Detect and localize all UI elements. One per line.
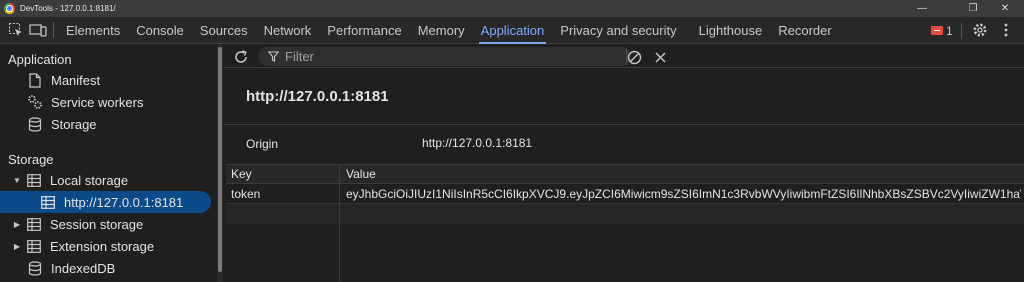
issue-badge-icon [931, 26, 943, 35]
table-icon [26, 172, 42, 188]
table-icon [40, 194, 56, 210]
table-icon [26, 216, 42, 232]
window-title: DevTools - 127.0.0.1:8181/ [20, 4, 116, 13]
sidebar-item-label: Storage [51, 116, 97, 132]
filter-input[interactable] [285, 49, 605, 64]
tab-performance[interactable]: Performance [319, 17, 409, 44]
origin-value: http://127.0.0.1:8181 [422, 136, 533, 150]
sidebar-item-label: http://127.0.0.1:8181 [64, 194, 184, 210]
more-options-icon[interactable] [995, 19, 1017, 41]
tab-application[interactable]: Application [473, 17, 553, 44]
column-header-value[interactable]: Value [346, 167, 376, 181]
tab-privacy-and-security[interactable]: Privacy and security [552, 17, 684, 44]
sidebar-item-label: Manifest [51, 72, 101, 88]
issues-counter[interactable]: 1 [931, 17, 953, 44]
devtools-app-icon [4, 3, 15, 14]
sidebar-item-local-storage[interactable]: ▼ Local storage [12, 169, 128, 191]
filter-field[interactable] [258, 47, 632, 66]
close-window-icon[interactable]: ✕ [990, 0, 1020, 17]
collapsed-triangle-icon[interactable]: ▶ [12, 220, 22, 229]
sidebar-item-storage[interactable]: Storage [27, 113, 97, 135]
expanded-triangle-icon[interactable]: ▼ [12, 176, 22, 185]
toolbar-separator [53, 22, 54, 38]
delete-selected-icon[interactable] [649, 46, 671, 68]
sidebar-item-label: Local storage [50, 172, 129, 188]
sidebar-section-storage: Storage [8, 152, 54, 167]
sidebar-item-manifest[interactable]: Manifest [27, 69, 100, 91]
table-row[interactable]: token eyJhbGciOiJIUzI1NiIsInR5cCI6IkpXVC… [226, 184, 1024, 204]
sidebar-item-indexeddb[interactable]: IndexedDB [27, 257, 115, 279]
database-icon [27, 116, 43, 132]
sidebar-item-origin-local-storage[interactable]: http://127.0.0.1:8181 [0, 191, 211, 213]
sidebar-section-application: Application [8, 52, 72, 67]
table-icon [26, 238, 42, 254]
sidebar-item-session-storage[interactable]: ▶ Session storage [12, 213, 143, 235]
tab-network[interactable]: Network [256, 17, 320, 44]
storage-toolbar [223, 45, 1024, 68]
issues-count: 1 [946, 23, 953, 38]
sidebar-item-label: Extension storage [50, 238, 155, 254]
empty-row [226, 204, 1024, 224]
tab-recorder[interactable]: Recorder [770, 17, 839, 44]
tab-console[interactable]: Console [128, 17, 192, 44]
column-separator [339, 164, 340, 282]
local-storage-pane: http://127.0.0.1:8181 Origin http://127.… [223, 45, 1024, 282]
minimize-icon[interactable]: — [907, 0, 937, 17]
origin-heading: http://127.0.0.1:8181 [246, 88, 389, 105]
sidebar-item-label: Session storage [50, 216, 144, 232]
device-toolbar-icon[interactable] [27, 19, 49, 41]
row-value[interactable]: eyJhbGciOiJIUzI1NiIsInR5cCI6IkpXVCJ9.eyJ… [346, 187, 1021, 201]
origin-label: Origin [246, 137, 279, 151]
application-sidebar: Application Manifest Service workers Sto… [0, 45, 216, 282]
grid-header: Key Value [226, 164, 1024, 184]
filter-funnel-icon [268, 51, 279, 62]
document-icon [27, 72, 43, 88]
sidebar-item-label: Service workers [51, 94, 144, 110]
clear-all-icon[interactable] [623, 46, 645, 68]
gears-icon [27, 94, 43, 110]
scrollbar-thumb[interactable] [218, 47, 222, 272]
tab-sources[interactable]: Sources [192, 17, 256, 44]
column-header-key[interactable]: Key [231, 167, 252, 181]
panel-tab-bar: Elements Console Sources Network Perform… [0, 17, 1024, 44]
tab-memory[interactable]: Memory [410, 17, 473, 44]
toolbar-separator [961, 23, 962, 39]
refresh-icon[interactable] [230, 46, 252, 68]
sidebar-item-service-workers[interactable]: Service workers [27, 91, 143, 113]
restore-icon[interactable]: ❐ [958, 0, 988, 17]
sidebar-item-label: IndexedDB [51, 260, 116, 276]
tab-lighthouse[interactable]: Lighthouse [691, 17, 771, 44]
storage-data-grid: Key Value token eyJhbGciOiJIUzI1NiIsInR5… [226, 164, 1024, 282]
database-icon [27, 260, 43, 276]
window-title-bar: DevTools - 127.0.0.1:8181/ [0, 0, 1024, 17]
section-divider [223, 124, 1024, 125]
collapsed-triangle-icon[interactable]: ▶ [12, 242, 22, 251]
settings-gear-icon[interactable] [969, 19, 991, 41]
inspect-element-icon[interactable] [5, 19, 27, 41]
tab-elements[interactable]: Elements [58, 17, 128, 44]
row-key[interactable]: token [231, 187, 335, 201]
sidebar-item-extension-storage[interactable]: ▶ Extension storage [12, 235, 154, 257]
